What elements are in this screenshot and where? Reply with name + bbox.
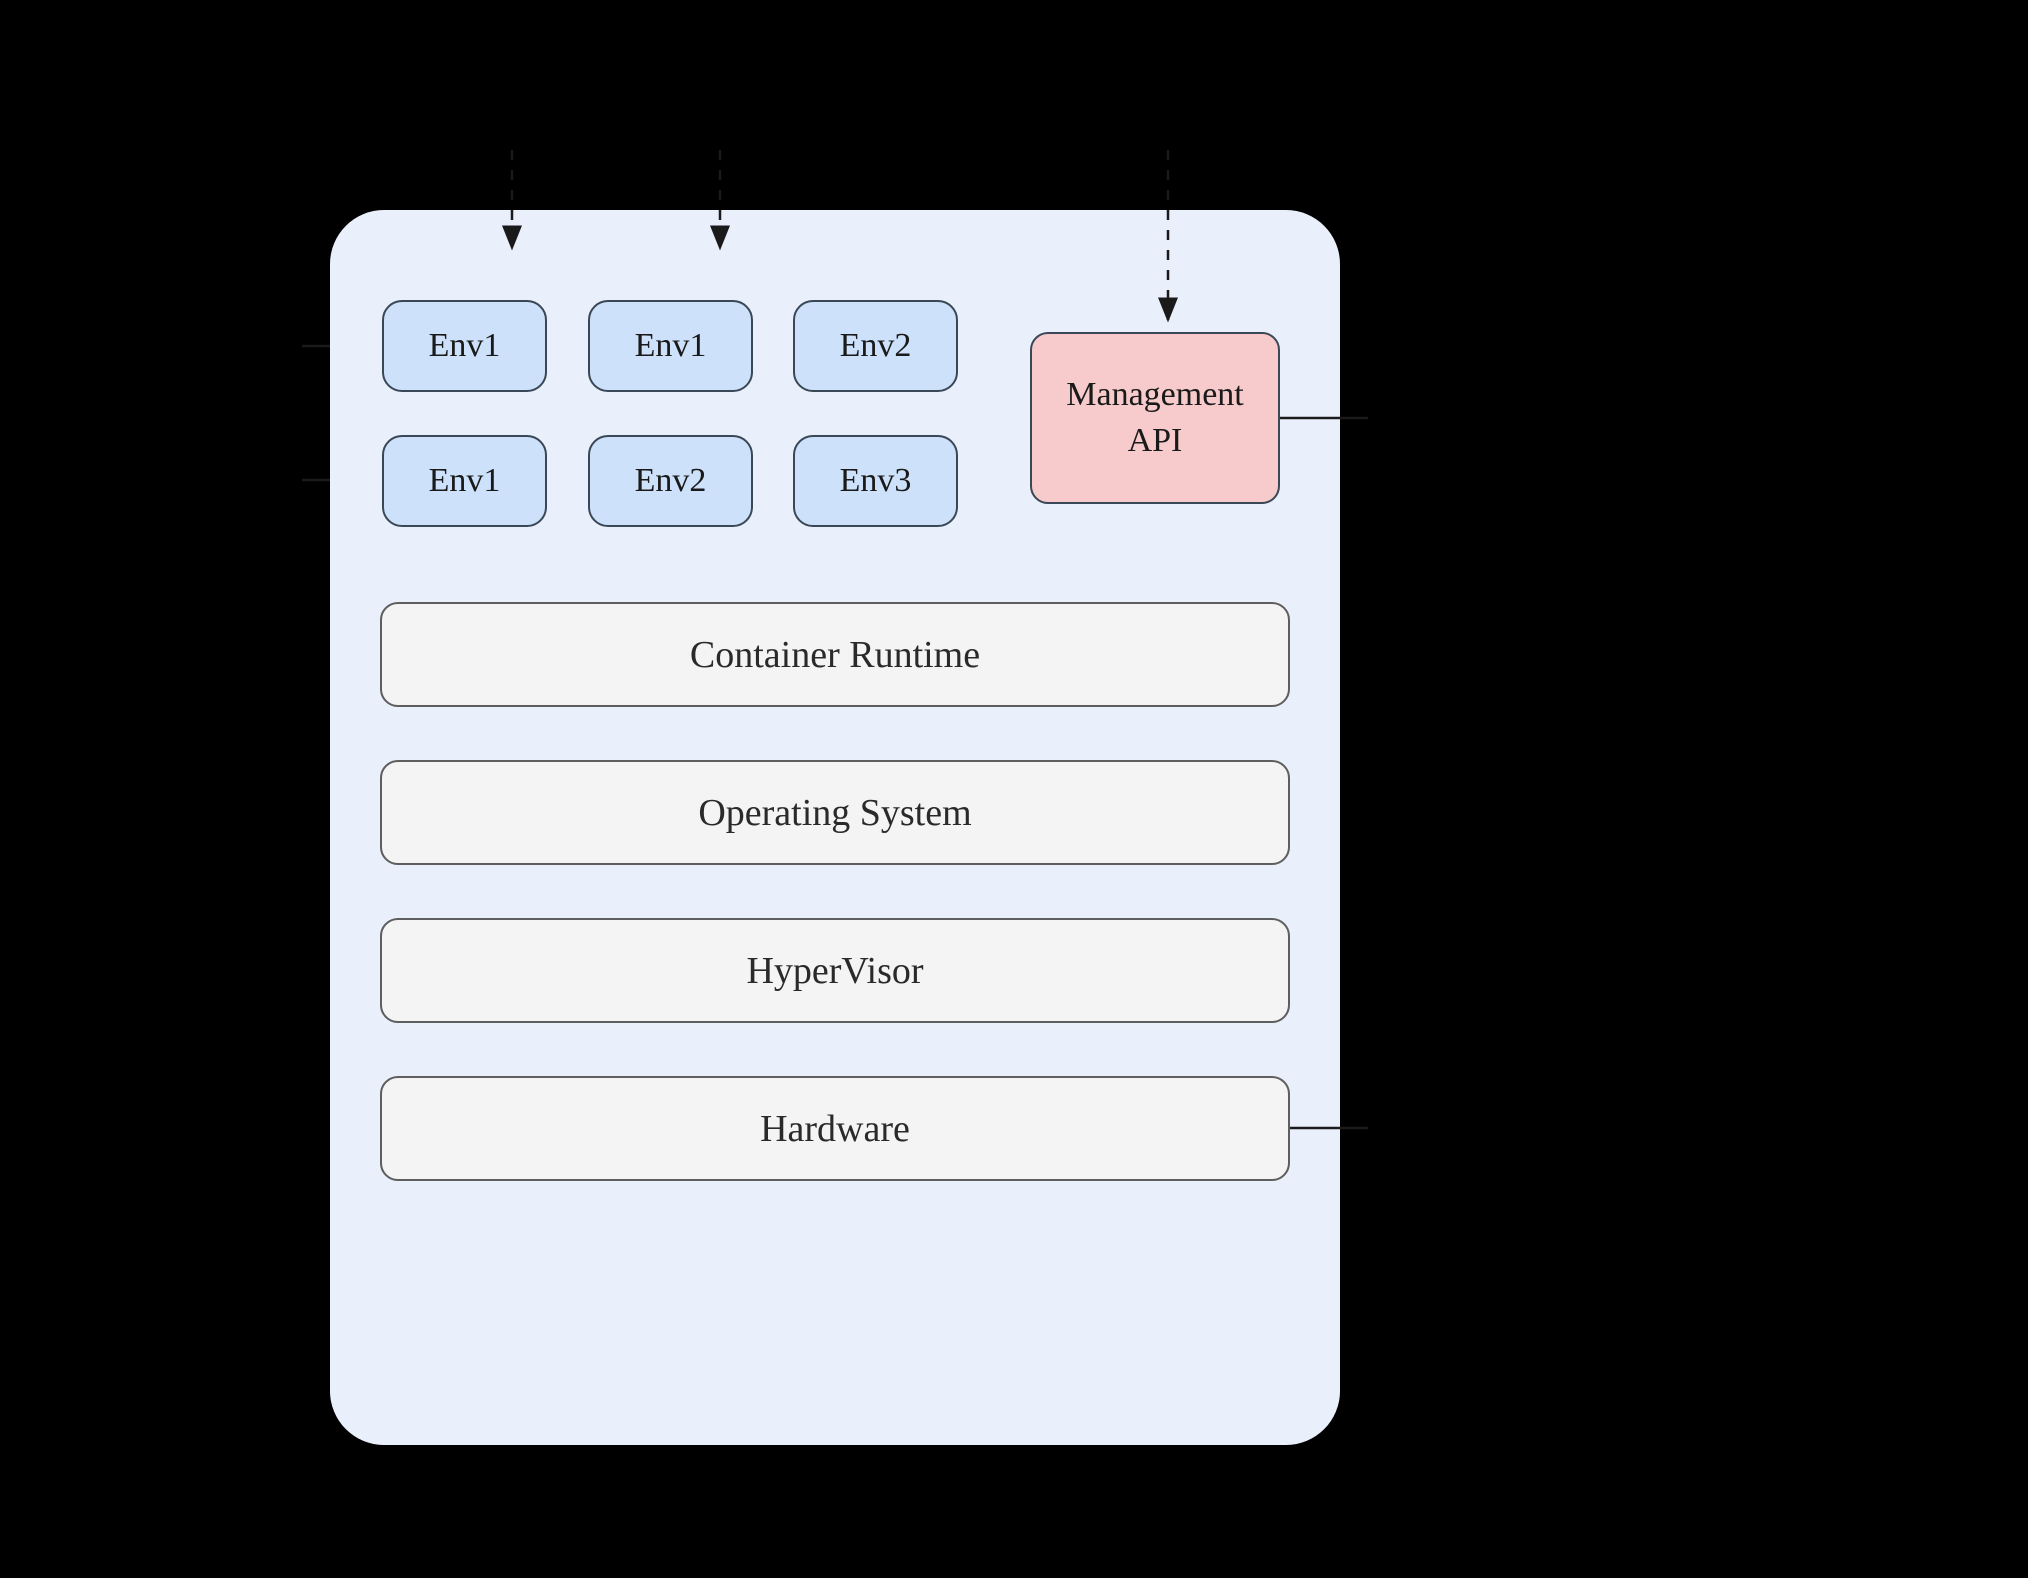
env-label: Env1 (429, 462, 501, 500)
main-container: Env1 Env1 Env2 Env1 Env2 Env3 Management… (330, 210, 1340, 1445)
diagram-stage: Env1 Env1 Env2 Env1 Env2 Env3 Management… (0, 0, 2028, 1578)
layer-label: HyperVisor (746, 949, 923, 993)
env-label: Env2 (635, 462, 707, 500)
env-label: Env3 (840, 462, 912, 500)
layer-label: Container Runtime (690, 633, 980, 677)
layer-hardware: Hardware (380, 1076, 1290, 1181)
env-r2-c2: Env2 (588, 435, 753, 527)
env-r1-c1: Env1 (382, 300, 547, 392)
env-label: Env2 (840, 327, 912, 365)
layer-label: Hardware (760, 1107, 910, 1151)
management-api-box: ManagementAPI (1030, 332, 1280, 504)
env-r2-c3: Env3 (793, 435, 958, 527)
env-label: Env1 (429, 327, 501, 365)
env-r1-c3: Env2 (793, 300, 958, 392)
env-label: Env1 (635, 327, 707, 365)
env-r2-c1: Env1 (382, 435, 547, 527)
layer-operating-system: Operating System (380, 760, 1290, 865)
management-api-label: ManagementAPI (1066, 372, 1244, 464)
layer-label: Operating System (698, 791, 971, 835)
env-r1-c2: Env1 (588, 300, 753, 392)
layer-container-runtime: Container Runtime (380, 602, 1290, 707)
layer-hypervisor: HyperVisor (380, 918, 1290, 1023)
